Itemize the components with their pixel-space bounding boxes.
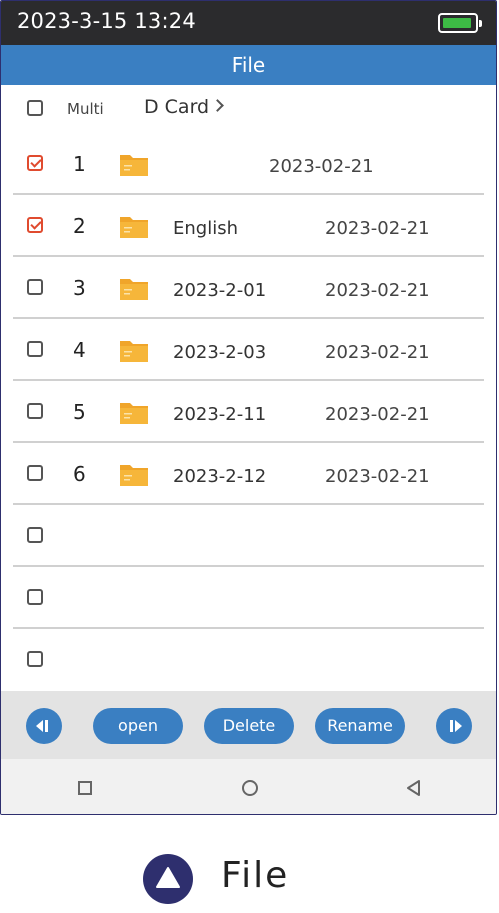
battery-icon	[438, 13, 482, 33]
recent-apps-icon[interactable]	[78, 781, 92, 795]
row-checkbox[interactable]	[27, 279, 43, 295]
folder-icon	[120, 217, 148, 238]
folder-icon	[120, 403, 148, 424]
caption-badge	[143, 854, 193, 904]
list-item[interactable]	[1, 505, 496, 567]
row-number: 3	[73, 276, 86, 300]
row-number: 2	[73, 214, 86, 238]
file-date: 2023-02-21	[325, 218, 430, 239]
file-name: 2023-2-11	[173, 404, 267, 425]
previous-page-button[interactable]	[26, 708, 62, 744]
device-screen: 2023-3-15 13:24 File Multi D Card 1 2023-…	[0, 0, 497, 815]
rename-button[interactable]: Rename	[315, 708, 405, 744]
row-checkbox[interactable]	[27, 217, 43, 233]
delete-button[interactable]: Delete	[204, 708, 294, 744]
status-bar: 2023-3-15 13:24	[1, 1, 496, 45]
folder-icon	[120, 465, 148, 486]
row-number: 5	[73, 400, 86, 424]
open-button[interactable]: open	[93, 708, 183, 744]
next-page-icon	[450, 720, 462, 732]
page-title: File	[1, 45, 496, 85]
folder-icon	[120, 279, 148, 300]
multi-label: Multi	[67, 100, 104, 118]
row-checkbox[interactable]	[27, 651, 43, 667]
select-all-checkbox[interactable]	[27, 100, 43, 116]
chevron-right-icon	[211, 99, 224, 112]
file-date: 2023-02-21	[325, 280, 430, 301]
list-header: Multi D Card	[1, 85, 496, 133]
list-item[interactable]: 4 2023-2-03 2023-02-21	[1, 319, 496, 381]
list-item[interactable]: 2 English 2023-02-21	[1, 195, 496, 257]
folder-icon	[120, 155, 148, 176]
list-item[interactable]	[1, 629, 496, 691]
back-icon[interactable]	[405, 779, 423, 797]
file-name: 2023-2-03	[173, 342, 267, 363]
next-page-button[interactable]	[436, 708, 472, 744]
file-date: 2023-02-21	[325, 342, 430, 363]
list-item[interactable]: 3 2023-2-01 2023-02-21	[1, 257, 496, 319]
action-toolbar: open Delete Rename	[1, 691, 496, 759]
row-number: 6	[73, 462, 86, 486]
row-checkbox[interactable]	[27, 527, 43, 543]
file-date: 2023-02-21	[269, 156, 374, 177]
home-icon[interactable]	[242, 780, 258, 796]
row-checkbox[interactable]	[27, 403, 43, 419]
row-number: 4	[73, 338, 86, 362]
list-item[interactable]: 6 2023-2-12 2023-02-21	[1, 443, 496, 505]
file-name: 2023-2-12	[173, 466, 267, 487]
caption-label: File	[221, 855, 290, 896]
breadcrumb[interactable]: D Card	[144, 96, 209, 118]
list-item[interactable]: 1 2023-02-21	[1, 133, 496, 195]
row-checkbox[interactable]	[27, 589, 43, 605]
battery-level	[443, 18, 471, 28]
folder-icon	[120, 341, 148, 362]
list-item[interactable]: 5 2023-2-11 2023-02-21	[1, 381, 496, 443]
row-checkbox[interactable]	[27, 465, 43, 481]
row-number: 1	[73, 152, 86, 176]
file-name: English	[173, 218, 238, 239]
status-time: 2023-3-15 13:24	[17, 9, 196, 33]
triangle-up-icon	[156, 867, 180, 888]
previous-page-icon	[36, 720, 48, 732]
row-checkbox[interactable]	[27, 341, 43, 357]
file-date: 2023-02-21	[325, 404, 430, 425]
file-date: 2023-02-21	[325, 466, 430, 487]
list-item[interactable]	[1, 567, 496, 629]
row-checkbox[interactable]	[27, 155, 43, 171]
file-name: 2023-2-01	[173, 280, 267, 301]
system-nav-bar	[1, 759, 496, 814]
